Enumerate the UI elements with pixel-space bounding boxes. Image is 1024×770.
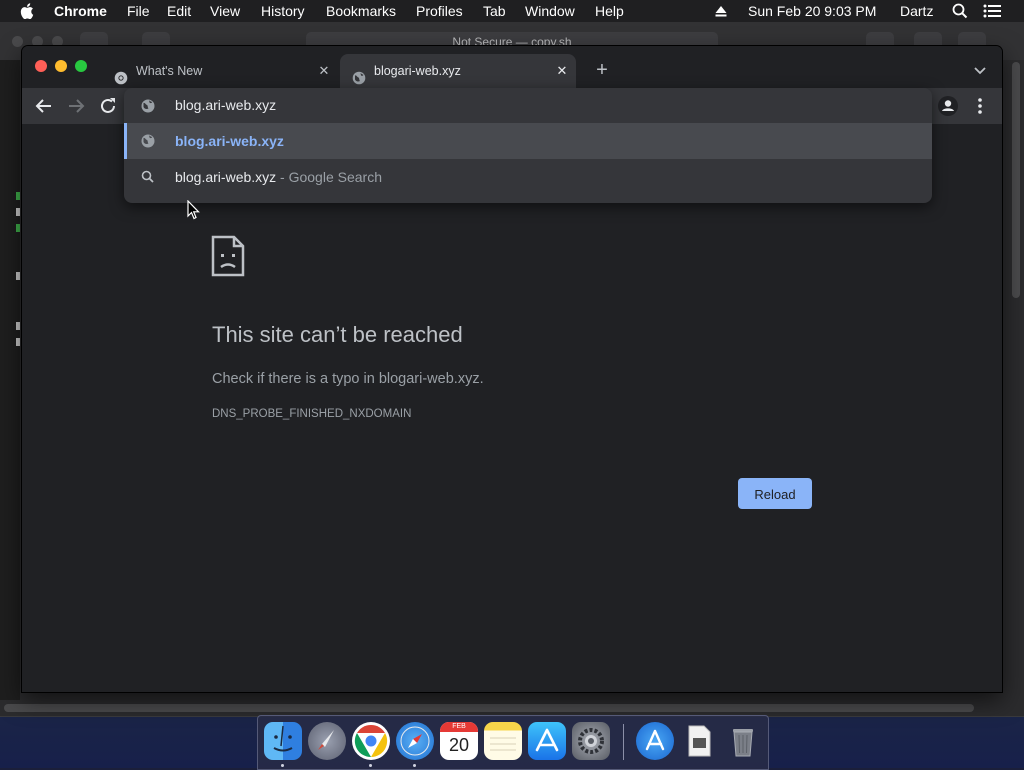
editor-mark <box>16 224 20 232</box>
profile-avatar-icon[interactable] <box>936 94 960 118</box>
trash-icon[interactable] <box>724 722 762 760</box>
suggestion-text: blog.ari-web.xyz <box>175 133 284 149</box>
address-bar-input[interactable]: blog.ari-web.xyz <box>124 88 932 123</box>
app-store-icon[interactable] <box>528 722 566 760</box>
menu-view[interactable]: View <box>210 0 240 22</box>
tab-blogari-web[interactable]: blogari-web.xyz ✕ <box>340 54 576 88</box>
running-indicator <box>369 764 372 767</box>
menu-tab[interactable]: Tab <box>483 0 506 22</box>
error-title: This site can’t be reached <box>212 322 463 347</box>
notes-icon[interactable] <box>484 722 522 760</box>
tab-strip: What's New ✕ blogari-web.xyz ✕ + <box>22 46 1002 88</box>
chrome-icon[interactable] <box>352 722 390 760</box>
background-vertical-scrollbar[interactable] <box>1012 62 1020 298</box>
running-indicator <box>413 764 416 767</box>
menu-profiles[interactable]: Profiles <box>416 0 463 22</box>
forward-arrow-icon[interactable] <box>64 94 88 118</box>
menu-bookmarks[interactable]: Bookmarks <box>326 0 396 22</box>
menu-app-name[interactable]: Chrome <box>54 0 107 22</box>
error-page: This site can’t be reached Check if ther… <box>22 124 1002 692</box>
spotlight-search-icon[interactable] <box>952 0 968 25</box>
globe-icon <box>352 64 366 85</box>
editor-mark <box>16 338 20 346</box>
suggestion-query: blog.ari-web.xyz <box>175 169 277 185</box>
menu-window[interactable]: Window <box>525 0 575 22</box>
safari-icon[interactable] <box>396 722 434 760</box>
chrome-logo-icon <box>114 64 128 85</box>
calendar-month: FEB <box>440 722 478 732</box>
control-center-icon[interactable] <box>983 0 1001 24</box>
omnibox-suggestion[interactable]: blog.ari-web.xyz - Google Search <box>124 159 932 195</box>
address-bar-text: blog.ari-web.xyz <box>175 97 277 113</box>
editor-mark <box>16 322 20 330</box>
menu-edit[interactable]: Edit <box>167 0 191 22</box>
launchpad-icon[interactable] <box>308 722 346 760</box>
reload-icon[interactable] <box>96 94 120 118</box>
close-window-button[interactable] <box>35 60 47 72</box>
menu-help[interactable]: Help <box>595 0 624 22</box>
tab-title: What's New <box>136 64 203 78</box>
selection-indicator <box>124 123 127 159</box>
menu-user[interactable]: Dartz <box>900 0 933 22</box>
reload-button[interactable]: Reload <box>738 478 812 509</box>
apple-menu-icon[interactable] <box>20 0 34 25</box>
more-menu-icon[interactable] <box>968 94 992 118</box>
omnibox-suggestion[interactable]: blog.ari-web.xyz <box>124 123 932 159</box>
globe-icon <box>140 98 156 114</box>
calendar-icon[interactable]: FEB 20 <box>440 722 478 760</box>
background-editor-strip <box>0 60 20 700</box>
suggestion-text: blog.ari-web.xyz - Google Search <box>175 169 382 185</box>
background-horizontal-scrollbar[interactable] <box>4 704 974 712</box>
editor-mark <box>16 208 20 216</box>
calendar-day: 20 <box>448 735 470 755</box>
back-arrow-icon[interactable] <box>32 94 56 118</box>
close-tab-icon[interactable]: ✕ <box>316 54 332 88</box>
error-code: DNS_PROBE_FINISHED_NXDOMAIN <box>212 408 412 420</box>
dock-separator <box>623 724 624 760</box>
running-indicator <box>281 764 284 767</box>
app-store-downloads-icon[interactable] <box>636 722 674 760</box>
chevron-down-icon[interactable] <box>972 58 988 82</box>
document-icon[interactable] <box>680 722 718 760</box>
globe-icon <box>140 133 156 149</box>
dock: FEB 20 <box>257 715 769 770</box>
system-preferences-icon[interactable] <box>572 722 610 760</box>
close-tab-icon[interactable]: ✕ <box>554 54 570 88</box>
menu-history[interactable]: History <box>261 0 305 22</box>
finder-icon[interactable] <box>264 722 302 760</box>
menu-clock[interactable]: Sun Feb 20 9:03 PM <box>748 0 876 22</box>
minimize-window-button[interactable] <box>55 60 67 72</box>
suggestion-suffix: - Google Search <box>276 169 382 185</box>
zoom-window-button[interactable] <box>75 60 87 72</box>
new-tab-button[interactable]: + <box>592 58 612 82</box>
menu-file[interactable]: File <box>127 0 150 22</box>
eject-icon[interactable] <box>714 0 728 24</box>
tab-title: blogari-web.xyz <box>374 64 461 78</box>
mouse-cursor-icon <box>187 199 201 220</box>
omnibox-dropdown: blog.ari-web.xyz blog.ari-web.xyz blog.a… <box>124 88 932 203</box>
error-message: Check if there is a typo in blogari-web.… <box>212 371 484 387</box>
tab-whats-new[interactable]: What's New ✕ <box>102 54 338 88</box>
menu-bar: Chrome File Edit View History Bookmarks … <box>0 0 1024 22</box>
editor-mark <box>16 192 20 200</box>
sad-page-icon <box>210 234 246 278</box>
search-icon <box>140 169 156 185</box>
editor-mark <box>16 272 20 280</box>
